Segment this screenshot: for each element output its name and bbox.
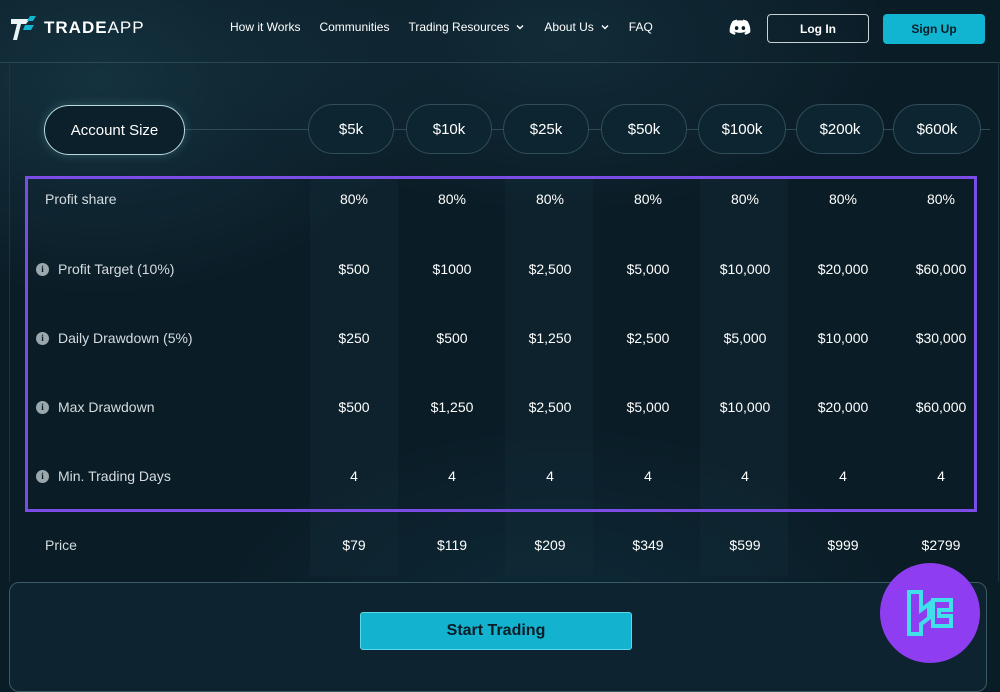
table-cell: $10,000 bbox=[817, 330, 869, 346]
table-cell: $10,000 bbox=[719, 261, 771, 277]
info-icon[interactable]: i bbox=[36, 331, 49, 345]
nav-about-us[interactable]: About Us bbox=[544, 20, 609, 34]
table-cell: 4 bbox=[546, 468, 554, 484]
nav-how-it-works[interactable]: How it Works bbox=[230, 20, 300, 34]
info-icon[interactable]: i bbox=[36, 262, 49, 276]
table-cell: $10,000 bbox=[719, 399, 771, 415]
row-label-price: Price bbox=[45, 537, 77, 553]
table-cell: 80% bbox=[730, 191, 760, 207]
chevron-down-icon bbox=[516, 25, 524, 30]
table-cell: $1,250 bbox=[430, 399, 474, 415]
account-size-option-10k[interactable]: $10k bbox=[406, 104, 492, 154]
table-cell: $2,500 bbox=[626, 330, 670, 346]
table-cell: $119 bbox=[436, 537, 468, 553]
table-cell: 4 bbox=[937, 468, 945, 484]
table-cell: $5,000 bbox=[626, 261, 670, 277]
table-cell: 4 bbox=[741, 468, 749, 484]
row-label-profit-share: Profit share bbox=[45, 191, 117, 207]
table-cell: $500 bbox=[338, 261, 370, 277]
watermark-badge bbox=[880, 563, 980, 663]
table-cell: $1,250 bbox=[528, 330, 572, 346]
table-cell: $500 bbox=[338, 399, 370, 415]
table-cell: $60,000 bbox=[915, 399, 967, 415]
table-cell: $500 bbox=[436, 330, 468, 346]
table-cell: $250 bbox=[338, 330, 370, 346]
start-trading-button[interactable]: Start Trading bbox=[360, 612, 632, 650]
logo[interactable]: TRADEAPP bbox=[8, 13, 145, 43]
discord-icon[interactable] bbox=[729, 18, 751, 36]
nav-faq[interactable]: FAQ bbox=[629, 20, 653, 34]
table-cell: $2,500 bbox=[528, 399, 572, 415]
table-cell: 80% bbox=[535, 191, 565, 207]
nav-trading-resources[interactable]: Trading Resources bbox=[408, 20, 525, 34]
main-nav: How it Works Communities Trading Resourc… bbox=[230, 20, 653, 34]
watermark-logo-icon bbox=[907, 590, 953, 636]
table-cell: 80% bbox=[339, 191, 369, 207]
table-cell: $20,000 bbox=[817, 399, 869, 415]
row-label-daily-drawdown: i Daily Drawdown (5%) bbox=[36, 330, 193, 346]
table-cell: $60,000 bbox=[915, 261, 967, 277]
row-label-profit-target: i Profit Target (10%) bbox=[36, 261, 174, 277]
table-cell: 80% bbox=[828, 191, 858, 207]
account-size-label: Account Size bbox=[70, 121, 159, 139]
table-cell: 4 bbox=[448, 468, 456, 484]
account-size-label-pill: Account Size bbox=[44, 105, 185, 155]
table-cell: $5,000 bbox=[723, 330, 767, 346]
table-cell: 80% bbox=[437, 191, 467, 207]
table-cell: 4 bbox=[350, 468, 358, 484]
signup-button[interactable]: Sign Up bbox=[883, 14, 985, 44]
table-cell: $349 bbox=[632, 537, 664, 553]
nav-communities[interactable]: Communities bbox=[319, 20, 389, 34]
table-cell: $209 bbox=[534, 537, 566, 553]
table-cell: 4 bbox=[644, 468, 652, 484]
table-cell: $20,000 bbox=[817, 261, 869, 277]
table-cell: $79 bbox=[342, 537, 366, 553]
info-icon[interactable]: i bbox=[36, 400, 49, 414]
account-size-option-200k[interactable]: $200k bbox=[796, 104, 884, 154]
top-nav-bar: TRADEAPP How it Works Communities Tradin… bbox=[0, 0, 1000, 63]
account-size-option-25k[interactable]: $25k bbox=[503, 104, 589, 154]
table-cell: $1000 bbox=[432, 261, 472, 277]
info-icon[interactable]: i bbox=[36, 469, 49, 483]
row-label-min-trading-days: i Min. Trading Days bbox=[36, 468, 171, 484]
table-cell: 80% bbox=[633, 191, 663, 207]
account-size-option-600k[interactable]: $600k bbox=[893, 104, 981, 154]
table-cell: $30,000 bbox=[915, 330, 967, 346]
table-cell: 80% bbox=[926, 191, 956, 207]
account-size-option-100k[interactable]: $100k bbox=[698, 104, 786, 154]
login-button[interactable]: Log In bbox=[767, 14, 869, 43]
table-cell: $999 bbox=[827, 537, 859, 553]
table-cell: $2,500 bbox=[528, 261, 572, 277]
table-cell: $5,000 bbox=[626, 399, 670, 415]
chevron-down-icon bbox=[601, 25, 609, 30]
tradeapp-logo-icon bbox=[11, 16, 36, 40]
account-size-option-50k[interactable]: $50k bbox=[601, 104, 687, 154]
table-cell: 4 bbox=[839, 468, 847, 484]
table-cell: $599 bbox=[729, 537, 761, 553]
account-size-option-5k[interactable]: $5k bbox=[308, 104, 394, 154]
table-cell: $2799 bbox=[921, 537, 961, 553]
logo-text: TRADEAPP bbox=[44, 18, 145, 37]
row-label-max-drawdown: i Max Drawdown bbox=[36, 399, 154, 415]
